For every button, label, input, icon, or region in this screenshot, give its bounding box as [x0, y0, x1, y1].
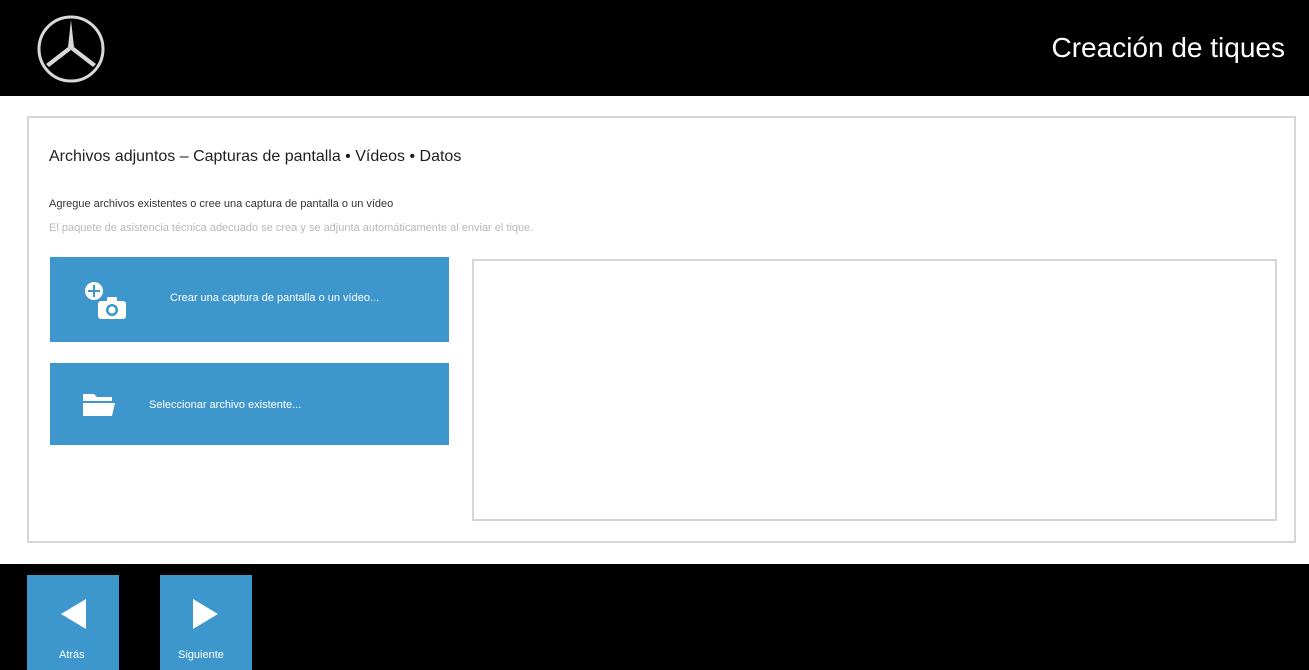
- attachments-list[interactable]: [472, 259, 1277, 521]
- next-label: Siguiente: [178, 649, 224, 661]
- footer-bar: Atrás Siguiente: [0, 564, 1309, 670]
- section-title: Archivos adjuntos – Capturas de pantalla…: [49, 148, 462, 165]
- header-bar: Creación de tiques: [0, 0, 1309, 96]
- folder-icon: [83, 394, 115, 416]
- mercedes-star-icon: [37, 15, 105, 83]
- select-file-label: Seleccionar archivo existente...: [149, 399, 302, 411]
- create-capture-button[interactable]: Crear una captura de pantalla o un vídeo…: [50, 257, 449, 342]
- arrow-right-icon: [193, 599, 218, 629]
- next-button[interactable]: Siguiente: [160, 575, 252, 670]
- note-text: El paquete de asistencia técnica adecuad…: [49, 222, 534, 234]
- back-button[interactable]: Atrás: [27, 575, 119, 670]
- attachments-panel: Archivos adjuntos – Capturas de pantalla…: [27, 116, 1296, 543]
- add-camera-icon: [85, 282, 126, 319]
- create-capture-label: Crear una captura de pantalla o un vídeo…: [170, 292, 380, 304]
- back-label: Atrás: [59, 649, 85, 661]
- page-title: Creación de tiques: [1051, 32, 1285, 63]
- arrow-left-icon: [61, 599, 86, 629]
- select-file-button[interactable]: Seleccionar archivo existente...: [50, 363, 449, 445]
- instruction-text: Agregue archivos existentes o cree una c…: [49, 198, 394, 210]
